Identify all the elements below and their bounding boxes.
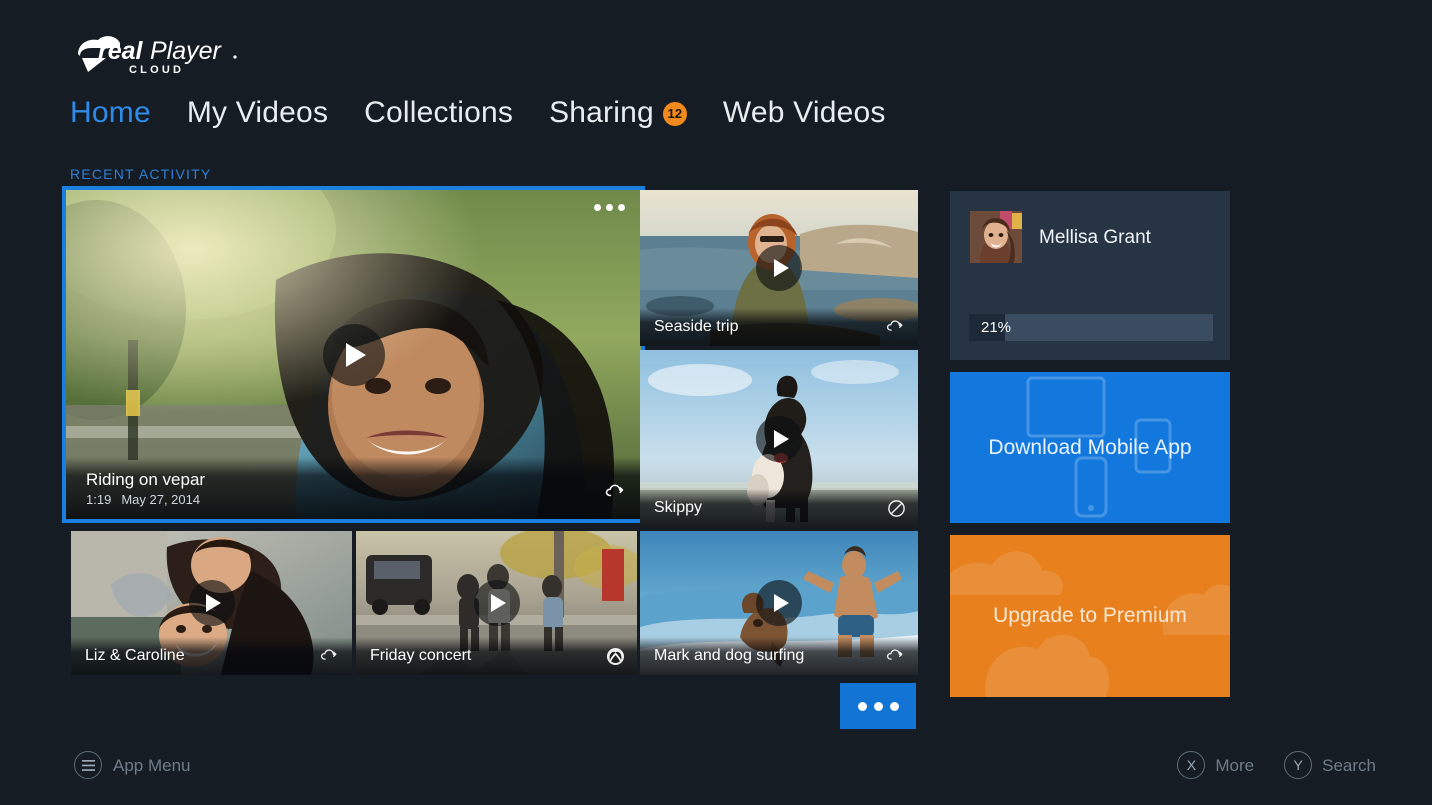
nav-label: Collections xyxy=(364,96,514,129)
more-button[interactable]: X More xyxy=(1177,751,1254,779)
nav-item-my-videos[interactable]: My Videos xyxy=(169,98,346,128)
video-tile-seaside-trip[interactable]: Seaside trip xyxy=(640,190,918,346)
video-title: Mark and dog surfing xyxy=(654,647,805,664)
tile-caption: Skippy xyxy=(640,489,918,527)
video-title: Seaside trip xyxy=(654,318,739,335)
video-tile-liz-caroline[interactable]: Liz & Caroline xyxy=(71,531,352,675)
nav-label: My Videos xyxy=(186,96,329,129)
video-tile-skippy[interactable]: Skippy xyxy=(640,350,918,527)
download-mobile-app-card[interactable]: Download Mobile App xyxy=(950,372,1230,523)
svg-text:CLOUD: CLOUD xyxy=(129,64,184,76)
video-date: May 27, 2014 xyxy=(121,491,201,507)
upload-progress-bar: 21% xyxy=(969,314,1213,341)
ellipsis-icon xyxy=(857,701,867,711)
right-rail: Mellisa Grant 21% Download Mobile App Up… xyxy=(950,191,1230,697)
video-duration: 1:19 xyxy=(86,491,112,507)
avatar xyxy=(970,211,1022,263)
play-button[interactable] xyxy=(473,580,520,626)
upload-progress-label: 21% xyxy=(981,319,1012,336)
video-title: Liz & Caroline xyxy=(85,647,185,664)
tile-caption: Seaside trip xyxy=(640,308,918,346)
svg-text:real: real xyxy=(98,37,144,65)
tile-overflow-ellipsis-icon[interactable] xyxy=(594,204,625,211)
search-button[interactable]: Y Search xyxy=(1284,751,1376,779)
tile-caption: Liz & Caroline xyxy=(71,637,352,675)
no-sync-icon xyxy=(887,499,906,518)
tile-caption: Riding on vepar 1:19 May 27, 2014 xyxy=(66,457,641,519)
xbox-icon xyxy=(606,647,625,666)
video-title: Riding on vepar xyxy=(86,469,206,489)
show-more-tiles-button[interactable] xyxy=(840,683,916,729)
app-menu-button[interactable]: App Menu xyxy=(74,751,191,779)
upgrade-to-premium-label: Upgrade to Premium xyxy=(993,604,1187,627)
nav-item-collections[interactable]: Collections xyxy=(346,98,531,128)
video-title: Skippy xyxy=(654,499,703,516)
nav-item-web-videos[interactable]: Web Videos xyxy=(705,98,904,128)
download-mobile-app-label: Download Mobile App xyxy=(988,435,1192,459)
realplayer-cloud-logo: real Player CLOUD xyxy=(72,32,312,76)
nav-label: Sharing xyxy=(549,96,654,129)
video-tile-hero[interactable]: Riding on vepar 1:19 May 27, 2014 xyxy=(62,186,645,523)
user-name: Mellisa Grant xyxy=(1039,226,1151,248)
upgrade-to-premium-card[interactable]: Upgrade to Premium xyxy=(950,535,1230,697)
tile-caption: Mark and dog surfing xyxy=(640,637,918,675)
nav-label: Web Videos xyxy=(722,96,886,129)
search-label: Search xyxy=(1322,755,1376,775)
tile-caption: Friday concert xyxy=(356,637,637,675)
cloud-sync-icon xyxy=(605,483,627,506)
play-button[interactable] xyxy=(756,580,802,626)
nav-label: Home xyxy=(70,96,151,129)
x-button-icon: X xyxy=(1177,751,1206,779)
play-button[interactable] xyxy=(188,580,235,626)
cloud-sync-icon xyxy=(886,648,906,664)
more-label: More xyxy=(1215,755,1255,775)
y-button-icon: Y xyxy=(1284,751,1313,779)
play-button[interactable] xyxy=(756,415,802,462)
cloud-sync-icon xyxy=(320,648,340,664)
nav-item-home[interactable]: Home xyxy=(70,98,169,128)
play-button[interactable] xyxy=(322,323,385,386)
user-header: Mellisa Grant xyxy=(950,191,1230,263)
app-root: real Player CLOUD Home My Videos Collect… xyxy=(0,0,1432,805)
status-bar-actions: X More Y Search xyxy=(1177,751,1376,779)
nav-item-sharing[interactable]: Sharing 12 xyxy=(531,98,705,128)
cloud-sync-icon xyxy=(886,319,906,335)
status-bar: App Menu X More Y Search xyxy=(0,733,1432,805)
upload-progress-fill: 21% xyxy=(969,314,1011,341)
video-tile-mark-and-dog-surfing[interactable]: Mark and dog surfing xyxy=(640,531,918,675)
main-navigation: Home My Videos Collections Sharing 12 Web… xyxy=(70,98,904,128)
sharing-count-badge: 12 xyxy=(662,101,687,126)
video-meta: 1:19 May 27, 2014 xyxy=(86,493,200,506)
video-tile-friday-concert[interactable]: Friday concert xyxy=(356,531,637,675)
play-button[interactable] xyxy=(756,245,802,291)
video-title: Friday concert xyxy=(370,647,472,664)
section-title-recent-activity: RECENT ACTIVITY xyxy=(70,166,212,182)
hamburger-icon xyxy=(74,751,102,779)
user-upload-card[interactable]: Mellisa Grant 21% xyxy=(950,191,1230,360)
app-menu-label: App Menu xyxy=(113,755,191,775)
svg-text:Player: Player xyxy=(150,37,223,65)
